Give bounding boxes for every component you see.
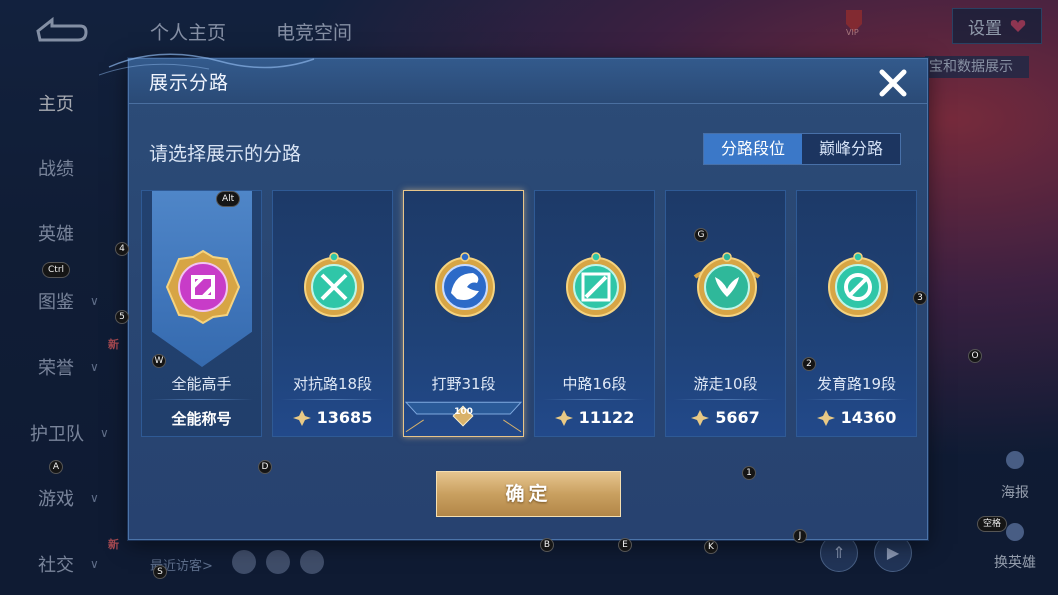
card-score: 14360 (797, 408, 916, 427)
top-lane-emblem-icon (298, 251, 370, 323)
kbd-hint-ctrl: Ctrl (42, 262, 71, 278)
score-value: 14360 (840, 408, 897, 427)
power-score-icon (691, 409, 710, 426)
kbd-hint-e: E (618, 538, 632, 552)
power-score-icon (292, 409, 311, 426)
kbd-hint-4: 4 (115, 242, 129, 256)
confirm-button[interactable]: 确定 (436, 471, 621, 517)
score-value: 13685 (316, 408, 373, 427)
kbd-hint-k: K (704, 540, 718, 554)
kbd-hint-5: 5 (115, 310, 129, 324)
lane-card-allround[interactable]: 全能高手 全能称号 (141, 190, 262, 437)
kbd-hint-space: 空格 (977, 516, 1008, 532)
close-icon (879, 69, 907, 97)
card-divider (674, 399, 777, 400)
power-score-icon (554, 409, 573, 426)
kbd-hint-b: B (540, 538, 554, 552)
card-score: 5667 (666, 408, 785, 427)
kbd-hint-3: 3 (913, 291, 927, 305)
card-score: 13685 (273, 408, 392, 427)
kbd-hint-2: 2 (802, 357, 816, 371)
score-value: 11122 (578, 408, 635, 427)
card-name: 全能高手 (171, 375, 232, 393)
kbd-hint-w: W (152, 354, 166, 368)
card-name: 对抗路18段 (292, 375, 373, 393)
kbd-hint-j: J (793, 529, 807, 543)
adc-lane-emblem-icon (822, 251, 894, 323)
dialog-title: 展示分路 (149, 72, 230, 94)
kbd-hint-a: A (49, 460, 63, 474)
card-name: 打野31段 (431, 375, 496, 393)
lane-card-adc[interactable]: 发育路19段 14360 (796, 190, 917, 437)
card-divider (150, 399, 253, 400)
select-lane-prompt: 请选择展示的分路 (149, 143, 302, 165)
kbd-hint-o: O (968, 349, 982, 363)
kbd-hint-s: S (153, 565, 167, 579)
lane-card-jungle[interactable]: 打野31段 100 (403, 190, 524, 437)
card-name: 发育路19段 (816, 375, 897, 393)
card-divider (805, 399, 908, 400)
score-value: 5667 (715, 408, 760, 427)
card-footer-title: 全能称号 (171, 410, 232, 428)
card-divider (281, 399, 384, 400)
kbd-hint-d: D (258, 460, 272, 474)
rank-100-badge-icon (404, 401, 523, 433)
lane-card-roam[interactable]: 游走10段 5667 (665, 190, 786, 437)
kbd-hint-alt: Alt (216, 191, 241, 207)
allround-emblem-icon (165, 249, 241, 325)
close-button[interactable] (873, 63, 913, 103)
power-score-icon (816, 409, 835, 426)
kbd-hint-g: G (694, 228, 708, 242)
card-name: 中路16段 (562, 375, 627, 393)
dialog-header: 展示分路 (99, 53, 927, 104)
lane-card-mid[interactable]: 中路16段 11122 (534, 190, 655, 437)
card-name: 游走10段 (693, 375, 758, 393)
kbd-hint-1: 1 (742, 466, 756, 480)
lane-display-dialog: 展示分路 请选择展示的分路 分路段位 巅峰分路 全能高手 全能称号 对抗路18段… (99, 53, 928, 540)
tab-peak-lane[interactable]: 巅峰分路 (802, 134, 900, 164)
roam-emblem-icon (691, 251, 763, 323)
mid-lane-emblem-icon (560, 251, 632, 323)
card-divider (543, 399, 646, 400)
card-score: 11122 (535, 408, 654, 427)
rank-badge-value: 100 (454, 407, 473, 417)
tab-lane-rank[interactable]: 分路段位 (704, 134, 802, 164)
lane-card-top[interactable]: 对抗路18段 13685 (272, 190, 393, 437)
jungle-emblem-icon (429, 251, 501, 323)
lane-mode-toggle: 分路段位 巅峰分路 (703, 133, 901, 165)
